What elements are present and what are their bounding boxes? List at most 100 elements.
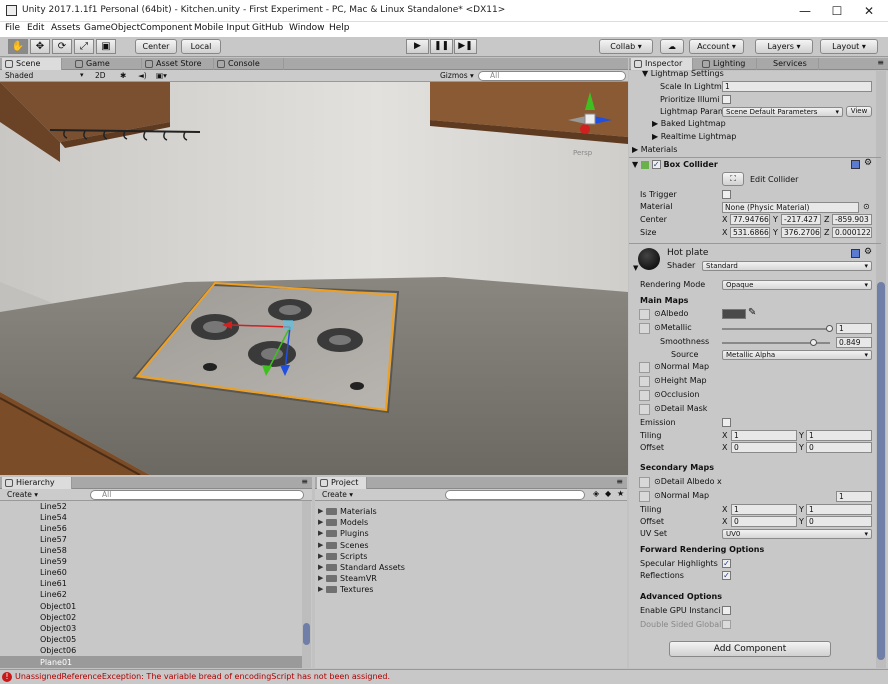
folder-item[interactable]: ▶ SteamVR — [316, 573, 377, 584]
gizmos-dropdown[interactable]: Gizmos ▾ — [437, 71, 477, 81]
metallic-slider[interactable] — [722, 325, 833, 332]
list-item[interactable]: Object02 — [40, 612, 76, 623]
list-item[interactable]: Line61 — [40, 578, 67, 589]
folder-item[interactable]: ▶ Materials — [316, 506, 377, 517]
rendering-mode-dropdown[interactable]: Opaque — [722, 280, 872, 290]
normal-map-label[interactable]: ⊙Normal Map — [654, 361, 709, 373]
mode-2d-toggle[interactable]: 2D — [92, 71, 112, 81]
pivot-space-button[interactable]: Local — [181, 39, 221, 54]
expand-arrow-icon[interactable]: ▶ — [318, 540, 323, 551]
tiling-x-field[interactable]: 1 — [731, 430, 797, 441]
add-component-button[interactable]: Add Component — [669, 641, 831, 657]
albedo-label[interactable]: ⊙Albedo — [654, 308, 688, 320]
reflections-checkbox[interactable]: ✓ — [722, 571, 731, 580]
size-y-field[interactable]: 376.2706 — [781, 227, 821, 238]
expand-arrow-icon[interactable]: ▶ — [318, 573, 323, 584]
uv-set-dropdown[interactable]: UV0 — [722, 529, 872, 539]
smoothness-slider-knob[interactable] — [809, 339, 817, 346]
menu-github[interactable]: GitHub — [252, 23, 283, 33]
folder-item[interactable]: ▶ Scenes — [316, 540, 369, 551]
folder-item[interactable]: ▶ Textures — [316, 584, 373, 595]
filter-icon[interactable]: ◈ — [593, 489, 599, 498]
metallic-value-field[interactable]: 1 — [836, 323, 872, 334]
folder-item[interactable]: ▶ Scripts — [316, 551, 367, 562]
offset-x-field[interactable]: 0 — [731, 442, 797, 453]
secondary-normal-scale-field[interactable]: 1 — [836, 491, 872, 502]
view-button[interactable]: View — [846, 106, 872, 117]
menu-mobile-input[interactable]: Mobile Input — [194, 23, 250, 33]
shader-dropdown[interactable]: Standard — [702, 261, 872, 271]
help-icon[interactable] — [851, 160, 860, 169]
account-button[interactable]: Account ▾ — [689, 39, 744, 54]
scene-search-input[interactable]: All — [478, 71, 626, 81]
metallic-label[interactable]: ⊙Metallic — [654, 322, 692, 334]
list-item[interactable]: Line60 — [40, 567, 67, 578]
expand-arrow-icon[interactable]: ▶ — [318, 551, 323, 562]
tab-asset-store[interactable]: Asset Store — [142, 58, 214, 70]
list-item[interactable]: Line58 — [40, 545, 67, 556]
center-z-field[interactable]: -859.903 — [832, 214, 872, 225]
play-button[interactable]: ▶ — [406, 39, 429, 54]
scale-tool-icon[interactable]: ⤢ — [74, 39, 94, 54]
detail-mask-label[interactable]: ⊙Detail Mask — [654, 403, 707, 415]
height-map-texture-slot[interactable] — [639, 376, 650, 387]
box-collider-header[interactable]: ▼ ✓ Box Collider — [632, 159, 718, 171]
panel-menu-icon[interactable]: ≡ — [616, 477, 623, 486]
secondary-tiling-x-field[interactable]: 1 — [731, 504, 797, 515]
tab-console[interactable]: Console — [214, 58, 284, 70]
persp-label[interactable]: Persp — [573, 149, 592, 157]
audio-toggle-icon[interactable]: ◄) — [135, 71, 149, 81]
cloud-icon[interactable]: ☁ — [660, 39, 684, 54]
rotate-tool-icon[interactable]: ⟳ — [52, 39, 72, 54]
albedo-color-swatch[interactable] — [722, 309, 746, 319]
lightmap-parameters-dropdown[interactable]: Scene Default Parameters — [722, 107, 843, 117]
minimize-button[interactable]: — — [790, 2, 820, 20]
expand-arrow-icon[interactable]: ▶ — [318, 528, 323, 539]
list-item[interactable]: Object01 — [40, 601, 76, 612]
tiling-y-field[interactable]: 1 — [806, 430, 872, 441]
secondary-normal-map-texture-slot[interactable] — [639, 491, 650, 502]
favorite-icon[interactable]: ★ — [617, 489, 624, 498]
menu-assets[interactable]: Assets — [51, 23, 80, 33]
tab-hierarchy[interactable]: Hierarchy — [2, 477, 72, 489]
source-dropdown[interactable]: Metallic Alpha — [722, 350, 872, 360]
maximize-button[interactable]: ☐ — [822, 2, 852, 20]
collab-button[interactable]: Collab ▾ — [599, 39, 653, 54]
menu-help[interactable]: Help — [329, 23, 350, 33]
panel-menu-icon[interactable]: ≡ — [301, 477, 308, 486]
project-create-dropdown[interactable]: Create ▾ — [319, 490, 359, 500]
expand-arrow-icon[interactable]: ▶ — [318, 562, 323, 573]
scene-view[interactable]: Persp — [0, 82, 628, 475]
shading-dropdown[interactable]: Shaded — [2, 71, 87, 81]
lightmap-settings-foldout[interactable]: ▼ Lightmap Settings — [642, 68, 724, 80]
scale-in-lightmap-field[interactable]: 1 — [722, 81, 872, 92]
list-item[interactable]: Object03 — [40, 623, 76, 634]
list-item[interactable]: Line54 — [40, 512, 67, 523]
center-x-field[interactable]: 77.94766 — [730, 214, 770, 225]
emission-checkbox[interactable] — [722, 418, 731, 427]
metallic-texture-slot[interactable] — [639, 323, 650, 334]
effects-toggle-icon[interactable]: ▣▾ — [153, 71, 173, 81]
menu-edit[interactable]: Edit — [27, 23, 44, 33]
layout-button[interactable]: Layout ▾ — [820, 39, 878, 54]
albedo-texture-slot[interactable] — [639, 309, 650, 320]
materials-foldout[interactable]: ▶ Materials — [632, 144, 677, 156]
close-button[interactable]: ✕ — [854, 2, 884, 20]
folder-item[interactable]: ▶ Models — [316, 517, 368, 528]
metallic-slider-knob[interactable] — [826, 325, 833, 332]
detail-mask-texture-slot[interactable] — [639, 404, 650, 415]
detail-albedo-label[interactable]: ⊙Detail Albedo x — [654, 476, 722, 488]
is-trigger-checkbox[interactable] — [722, 190, 731, 199]
gpu-instancing-checkbox[interactable] — [722, 606, 731, 615]
list-item[interactable]: Line59 — [40, 556, 67, 567]
tab-project[interactable]: Project — [317, 477, 367, 489]
panel-menu-icon[interactable]: ≡ — [877, 58, 884, 67]
prioritize-illumination-checkbox[interactable] — [722, 95, 731, 104]
settings-gear-icon[interactable]: ⚙ — [864, 247, 872, 257]
inspector-scroll-thumb[interactable] — [877, 282, 885, 660]
hierarchy-search-input[interactable]: All — [90, 490, 304, 500]
secondary-offset-y-field[interactable]: 0 — [806, 516, 872, 527]
tab-services[interactable]: Services — [759, 58, 819, 70]
hierarchy-scroll-thumb[interactable] — [303, 623, 310, 645]
pivot-center-button[interactable]: Center — [135, 39, 177, 54]
